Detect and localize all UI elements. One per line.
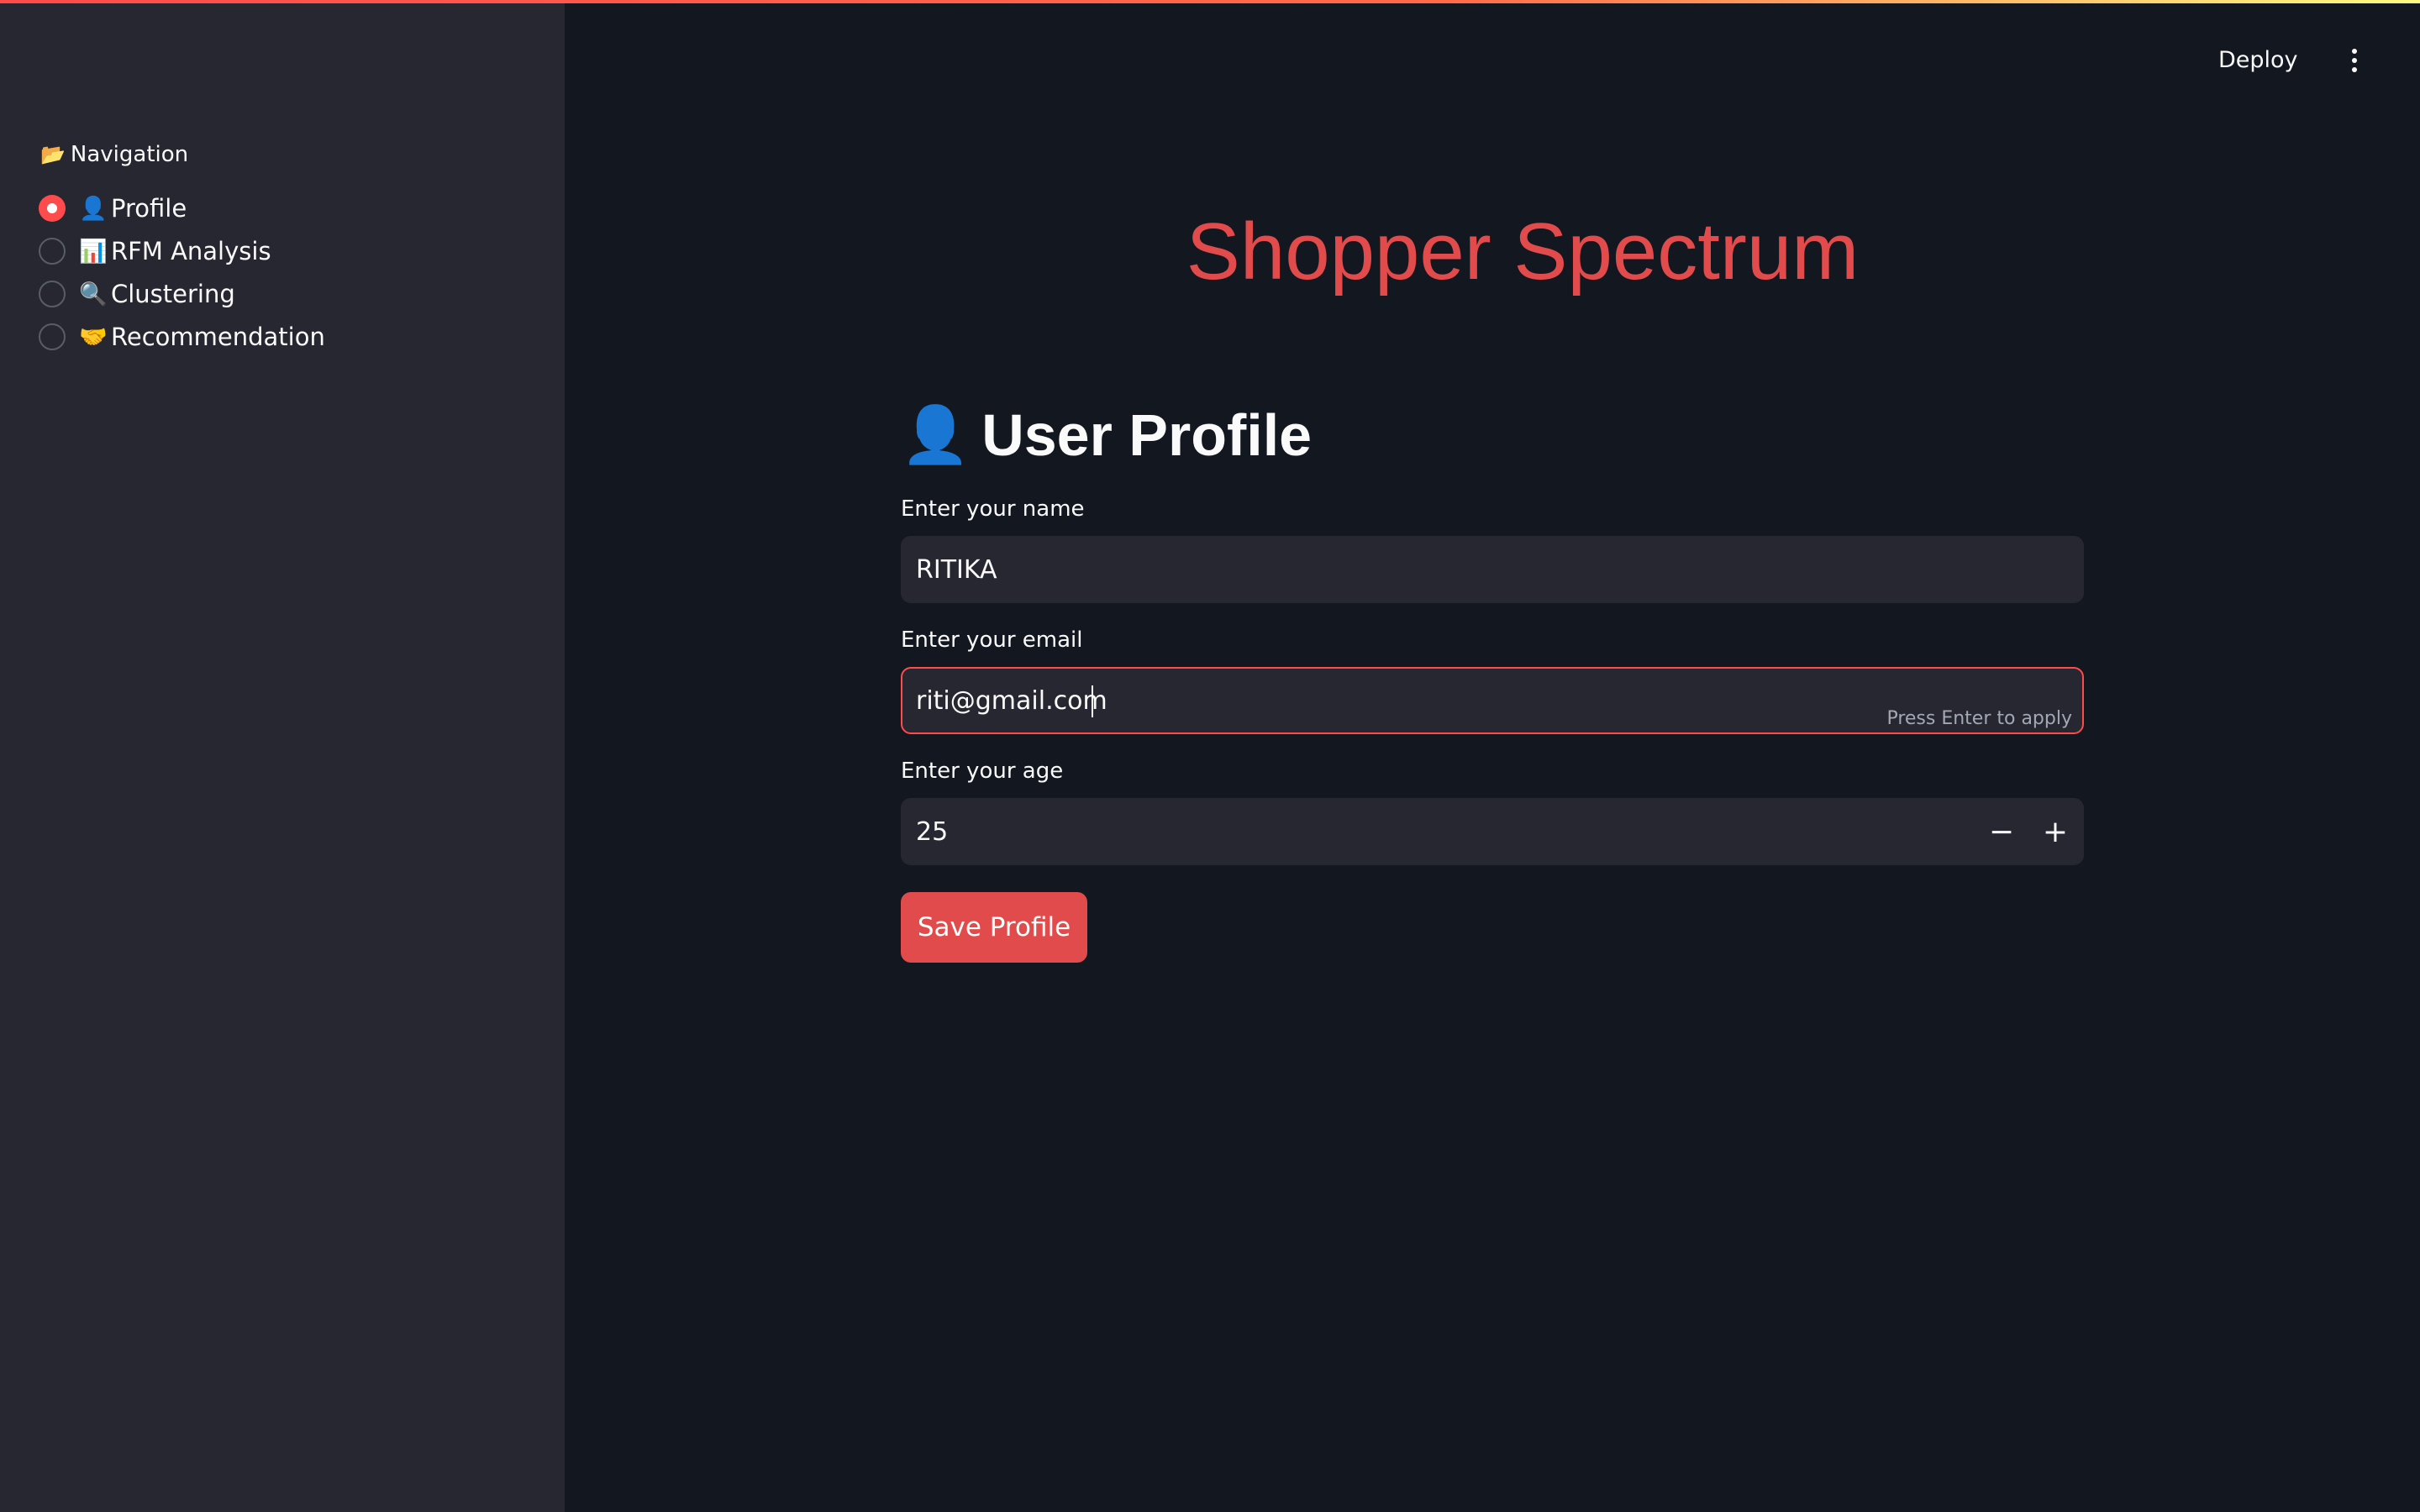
decrement-button[interactable]: − xyxy=(1975,800,2028,864)
navigation-radio-group: 👤 Profile 📊 RFM Analysis 🔍 Clustering 🤝 … xyxy=(39,186,325,358)
stepper-buttons: − + xyxy=(1975,800,2082,864)
deploy-button[interactable]: Deploy xyxy=(2218,42,2298,79)
age-label: Enter your age xyxy=(901,759,1064,784)
radio-label-recommendation: Recommendation xyxy=(111,322,325,351)
more-vertical-icon[interactable] xyxy=(2344,42,2365,79)
handshake-icon: 🤝 xyxy=(79,323,108,350)
name-label: Enter your name xyxy=(901,496,1085,522)
section-title: User Profile xyxy=(981,402,1313,468)
app-title: Shopper Spectrum xyxy=(1186,207,1860,297)
radio-button[interactable] xyxy=(39,237,66,265)
main-content: 👤 User Profile Enter your name Enter you… xyxy=(901,395,2084,963)
sidebar: 📂 Navigation 👤 Profile 📊 RFM Analysis 🔍 … xyxy=(0,0,565,1512)
radio-button[interactable] xyxy=(39,323,66,350)
navigation-title: 📂 Navigation xyxy=(40,139,188,170)
radio-option-clustering[interactable]: 🔍 Clustering xyxy=(39,272,325,315)
magnifier-icon: 🔍 xyxy=(79,281,108,307)
radio-button-selected[interactable] xyxy=(39,194,66,222)
radio-button[interactable] xyxy=(39,280,66,307)
email-input[interactable] xyxy=(916,669,2008,732)
bar-chart-icon: 📊 xyxy=(79,238,108,265)
radio-option-rfm-analysis[interactable]: 📊 RFM Analysis xyxy=(39,229,325,272)
email-field-group: Enter your email Press Enter to apply xyxy=(901,625,2084,734)
section-header: 👤 User Profile xyxy=(901,395,2084,475)
email-input-container: Press Enter to apply xyxy=(901,667,2084,734)
age-field-group: Enter your age − + xyxy=(901,756,2084,865)
name-input-container xyxy=(901,536,2084,603)
radio-label-rfm-analysis: RFM Analysis xyxy=(111,236,271,265)
folder-icon: 📂 xyxy=(40,143,66,166)
save-profile-button[interactable]: Save Profile xyxy=(901,892,1087,963)
radio-option-recommendation[interactable]: 🤝 Recommendation xyxy=(39,315,325,358)
navigation-title-label: Navigation xyxy=(70,142,189,167)
top-accent-bar xyxy=(0,0,2420,3)
email-label: Enter your email xyxy=(901,627,1083,653)
increment-button[interactable]: + xyxy=(2028,800,2082,864)
radio-label-clustering: Clustering xyxy=(111,279,235,308)
user-icon: 👤 xyxy=(79,195,108,222)
name-input[interactable] xyxy=(916,538,2008,601)
name-field-group: Enter your name xyxy=(901,494,2084,603)
email-hint: Press Enter to apply xyxy=(1886,708,2072,729)
radio-label-profile: Profile xyxy=(111,193,187,223)
user-icon: 👤 xyxy=(901,403,971,465)
age-stepper: − + xyxy=(901,798,2084,865)
text-caret xyxy=(1092,685,1093,717)
radio-option-profile[interactable]: 👤 Profile xyxy=(39,186,325,229)
age-input[interactable] xyxy=(916,800,2008,864)
